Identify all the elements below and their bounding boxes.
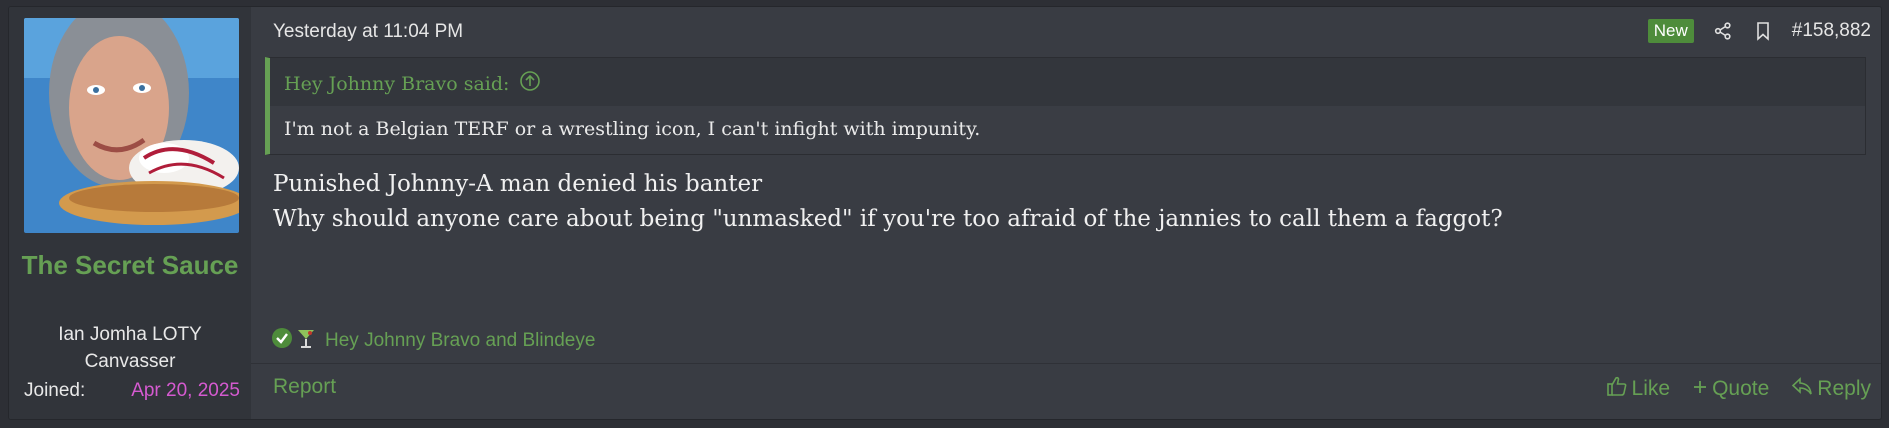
reactions-bar[interactable]: Hey Johnny Bravo and Blindeye (271, 327, 595, 355)
joined-date: Apr 20, 2025 (131, 380, 240, 401)
joined-row: Joined: Apr 20, 2025 (24, 380, 240, 402)
forum-post: The Secret Sauce Ian Jomha LOTY Canvasse… (8, 6, 1882, 420)
user-title: Ian Jomha LOTY Canvasser (9, 321, 251, 375)
avatar[interactable] (24, 18, 239, 233)
quote-label: Quote (1712, 377, 1770, 400)
message-line-2: Why should anyone care about being "unma… (273, 206, 1503, 232)
checkmark-reaction-icon (271, 327, 293, 355)
post-header-actions: New #158,882 (1647, 19, 1871, 43)
reply-label: Reply (1817, 377, 1871, 400)
reply-button[interactable]: Reply (1791, 375, 1871, 403)
footer-divider (251, 363, 1881, 364)
message-line-1: Punished Johnny-A man denied his banter (273, 171, 763, 197)
share-icon[interactable] (1712, 20, 1734, 42)
report-link[interactable]: Report (273, 375, 336, 399)
like-button[interactable]: Like (1606, 375, 1671, 403)
thumbs-up-icon (1606, 375, 1628, 403)
new-badge: New (1647, 19, 1694, 43)
cocktail-reaction-icon (295, 327, 317, 355)
quote-author[interactable]: Hey Johnny Bravo said: (284, 73, 509, 95)
quote-button[interactable]: Quote (1692, 375, 1769, 403)
joined-label: Joined: (24, 380, 86, 401)
user-title-line2: Canvasser (84, 351, 176, 372)
post-date[interactable]: Yesterday at 11:04 PM (273, 21, 463, 43)
post-actions: Like Quote Reply (1606, 375, 1871, 403)
bookmark-icon[interactable] (1752, 20, 1774, 42)
quote-text: I'm not a Belgian TERF or a wrestling ic… (284, 118, 981, 140)
plus-icon (1692, 377, 1708, 401)
user-title-line1: Ian Jomha LOTY (58, 324, 202, 345)
quote-header[interactable]: Hey Johnny Bravo said: (284, 70, 541, 97)
reaction-users[interactable]: Hey Johnny Bravo and Blindeye (325, 330, 595, 352)
quote-block: Hey Johnny Bravo said: I'm not a Belgian… (265, 57, 1866, 155)
jump-up-icon[interactable] (519, 70, 541, 97)
like-label: Like (1631, 377, 1671, 400)
post-main: Yesterday at 11:04 PM New #158,882 Hey J… (251, 7, 1881, 419)
quote-body: I'm not a Belgian TERF or a wrestling ic… (270, 106, 1865, 154)
post-message: Punished Johnny-A man denied his banter … (273, 167, 1503, 237)
user-sidebar: The Secret Sauce Ian Jomha LOTY Canvasse… (9, 7, 251, 419)
post-number[interactable]: #158,882 (1792, 20, 1871, 42)
username[interactable]: The Secret Sauce (9, 247, 251, 284)
reply-icon (1791, 376, 1813, 402)
username-text: The Secret Sauce (21, 250, 239, 280)
